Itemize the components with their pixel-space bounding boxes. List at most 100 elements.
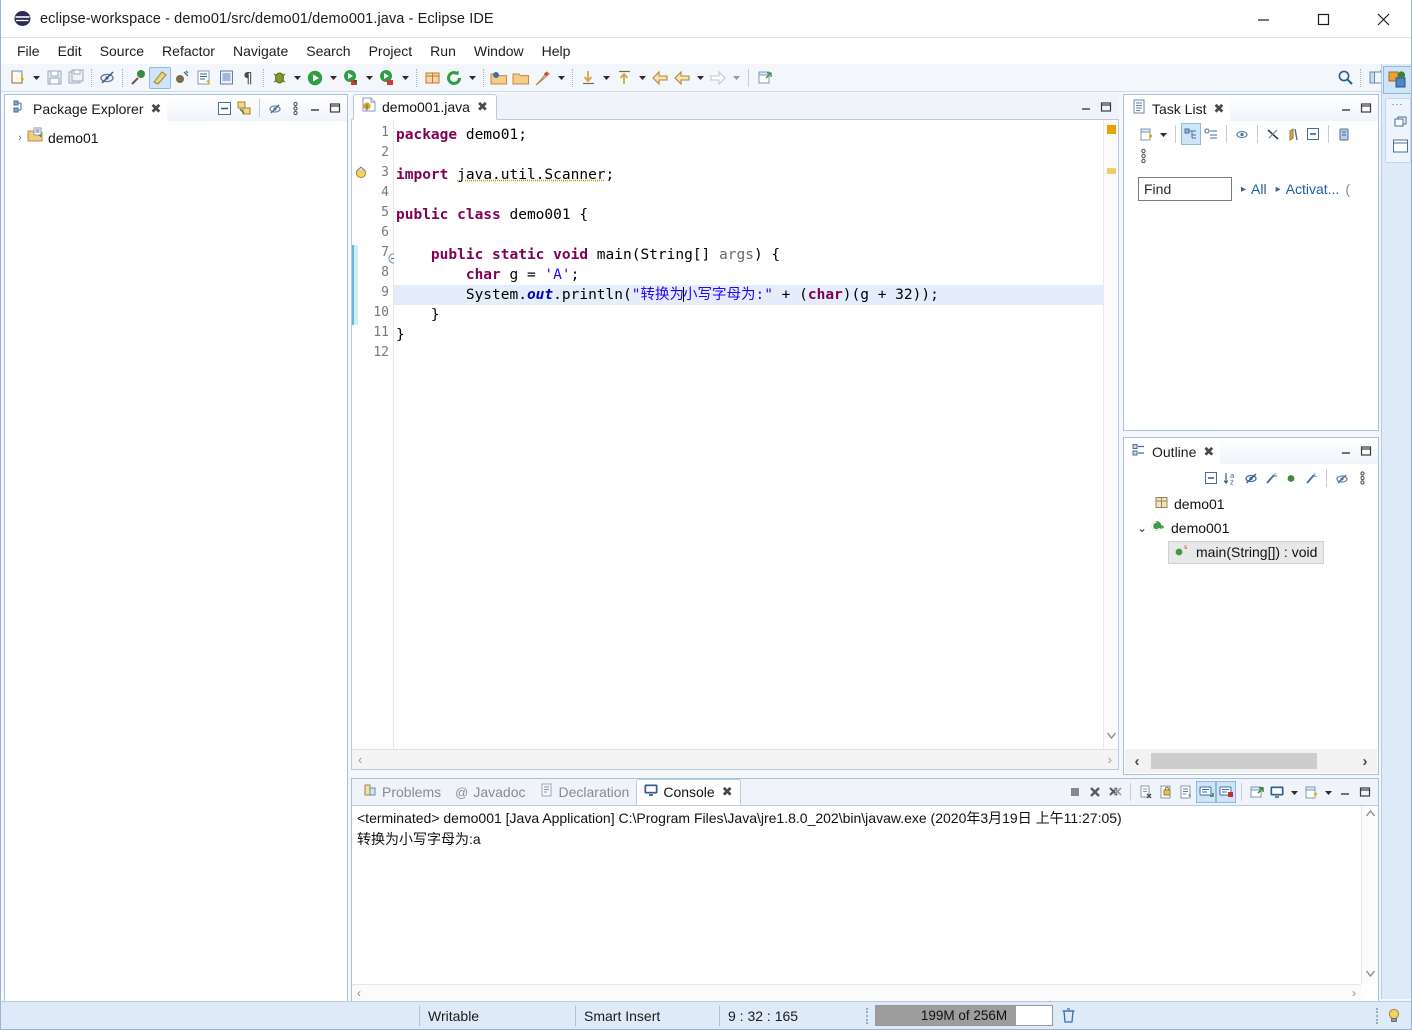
maximize-icon[interactable] — [1356, 97, 1376, 119]
filter-overflow[interactable]: ( — [1345, 181, 1350, 197]
outline-item-demo001[interactable]: ⌄ demo001 — [1124, 516, 1378, 540]
show-console-on-error-icon[interactable] — [1216, 781, 1236, 803]
filter-activated-link[interactable]: Activat... — [1286, 181, 1340, 197]
outline-horizontal-scrollbar[interactable]: ‹ › — [1125, 749, 1377, 773]
menu-navigate[interactable]: Navigate — [224, 40, 297, 62]
minimize-icon[interactable] — [1335, 781, 1355, 803]
restore-icon[interactable] — [1386, 110, 1412, 132]
link-with-editor-icon[interactable] — [96, 67, 118, 89]
menu-file[interactable]: File — [8, 40, 49, 62]
unused-import-warning-icon[interactable] — [355, 166, 368, 184]
display-selected-console-dropdown-icon[interactable] — [1287, 781, 1301, 803]
view-menu-icon[interactable] — [265, 97, 285, 119]
refresh-icon[interactable] — [443, 67, 465, 89]
tab-javadoc[interactable]: @ Javadoc — [448, 779, 532, 805]
run-external-tools-dropdown-icon[interactable] — [362, 67, 376, 89]
restore-tasks-icon[interactable] — [1334, 123, 1354, 145]
heap-status-bar[interactable]: 199M of 256M — [875, 1005, 1053, 1026]
debug-dropdown-icon[interactable] — [290, 67, 304, 89]
hide-static-members-icon[interactable]: s — [1261, 467, 1281, 489]
scroll-left-arrow-icon[interactable]: ‹ — [358, 752, 362, 767]
chevron-right-icon[interactable]: › — [13, 132, 27, 144]
outline-item-main-method[interactable]: s main(String[]) : void — [1124, 540, 1378, 564]
toggle-breakpoint-icon[interactable] — [127, 67, 149, 89]
focus-on-workweek-icon[interactable] — [1232, 123, 1252, 145]
new-task-icon[interactable] — [1136, 123, 1156, 145]
next-annotation-dropdown-icon[interactable] — [599, 67, 613, 89]
debug-icon[interactable] — [268, 67, 290, 89]
overview-warning-marker[interactable] — [1107, 125, 1116, 134]
minimize-icon[interactable] — [1336, 97, 1356, 119]
scroll-down-arrow-icon[interactable] — [1365, 969, 1376, 981]
hide-non-public-members-icon[interactable] — [1281, 467, 1301, 489]
menu-source[interactable]: Source — [91, 40, 153, 62]
open-type-icon[interactable] — [215, 67, 237, 89]
editor-code[interactable]: package demo01; import java.util.Scanner… — [394, 120, 1103, 749]
scroll-left-arrow-icon[interactable]: ‹ — [1125, 753, 1149, 770]
tab-demo001-java[interactable]: J demo001.java ✖ — [353, 94, 497, 120]
close-icon[interactable]: ✖ — [1203, 444, 1214, 460]
menu-window[interactable]: Window — [465, 40, 533, 62]
package-explorer-shortcut-icon[interactable] — [1386, 134, 1412, 158]
view-kebab-icon[interactable] — [285, 97, 305, 119]
collapse-all-icon[interactable] — [1303, 123, 1323, 145]
close-button[interactable] — [1353, 0, 1411, 38]
back-icon[interactable] — [649, 67, 671, 89]
scheduled-presentation-icon[interactable] — [1201, 123, 1221, 145]
launch-icon[interactable] — [532, 67, 554, 89]
new-package-icon[interactable] — [421, 67, 443, 89]
sort-icon[interactable]: a z — [1221, 467, 1241, 489]
tip-of-the-day-button[interactable] — [1385, 1005, 1411, 1027]
view-kebab-icon[interactable] — [1138, 148, 1149, 169]
editor-text-area[interactable]: 1 2 3 4 5 6 7 8 9 10 11 12 package demo0… — [351, 120, 1119, 770]
close-icon[interactable]: ✖ — [151, 101, 162, 117]
java-perspective-icon[interactable] — [1382, 66, 1411, 94]
scroll-lock-icon[interactable] — [1156, 781, 1176, 803]
tab-console[interactable]: Console ✖ — [636, 779, 741, 805]
tab-task-list[interactable]: Task List ✖ — [1124, 95, 1231, 121]
new-java-class-icon[interactable] — [193, 67, 215, 89]
filter-completed-tasks-icon[interactable] — [1263, 123, 1283, 145]
show-console-on-output-icon[interactable] — [1196, 781, 1216, 803]
back-dropdown-icon[interactable] — [693, 67, 707, 89]
new-window-icon[interactable] — [754, 67, 776, 89]
save-all-icon[interactable] — [65, 67, 87, 89]
tab-outline[interactable]: Outline ✖ — [1124, 438, 1221, 464]
maximize-icon[interactable] — [1096, 96, 1116, 118]
forward-dropdown-icon[interactable] — [729, 67, 743, 89]
link-with-editor-icon[interactable] — [1332, 467, 1352, 489]
chevron-down-icon[interactable]: ⌄ — [1134, 521, 1150, 535]
tab-problems[interactable]: Problems — [356, 779, 448, 805]
tree-item-demo01[interactable]: › demo01 — [5, 127, 347, 148]
minimize-button[interactable] — [1233, 0, 1293, 38]
new-wizard-icon[interactable] — [7, 67, 29, 89]
overview-occurrence-marker[interactable] — [1107, 168, 1116, 174]
scroll-right-arrow-icon[interactable]: › — [1352, 986, 1356, 1000]
new-wizard-dropdown-icon[interactable] — [29, 67, 43, 89]
next-annotation-icon[interactable] — [577, 67, 599, 89]
collapse-all-icon[interactable] — [1201, 467, 1221, 489]
maximize-icon[interactable] — [1355, 781, 1375, 803]
display-selected-console-icon[interactable] — [1267, 781, 1287, 803]
run-dropdown-icon[interactable] — [326, 67, 340, 89]
previous-annotation-icon[interactable] — [613, 67, 635, 89]
close-icon[interactable]: ✖ — [1213, 101, 1224, 117]
scroll-left-arrow-icon[interactable]: ‹ — [357, 986, 361, 1000]
filter-all-link[interactable]: All — [1251, 181, 1267, 197]
open-console-icon[interactable] — [1301, 781, 1321, 803]
remove-all-terminated-icon[interactable] — [1105, 781, 1125, 803]
tab-declaration[interactable]: Declaration — [533, 779, 637, 805]
previous-annotation-dropdown-icon[interactable] — [635, 67, 649, 89]
maximize-icon[interactable] — [325, 97, 345, 119]
maximize-button[interactable] — [1293, 0, 1353, 38]
show-whitespace-icon[interactable]: ¶ — [237, 67, 259, 89]
hide-fields-icon[interactable] — [1241, 467, 1261, 489]
close-icon[interactable]: ✖ — [722, 784, 733, 800]
coverage-icon[interactable] — [376, 67, 398, 89]
editor-horizontal-scrollbar[interactable]: ‹ › — [352, 749, 1118, 769]
outline-item-demo01[interactable]: demo01 — [1124, 492, 1378, 516]
categorized-presentation-icon[interactable] — [1181, 123, 1201, 145]
forward-icon[interactable] — [707, 67, 729, 89]
pin-console-icon[interactable] — [1247, 781, 1267, 803]
menu-run[interactable]: Run — [421, 40, 465, 62]
